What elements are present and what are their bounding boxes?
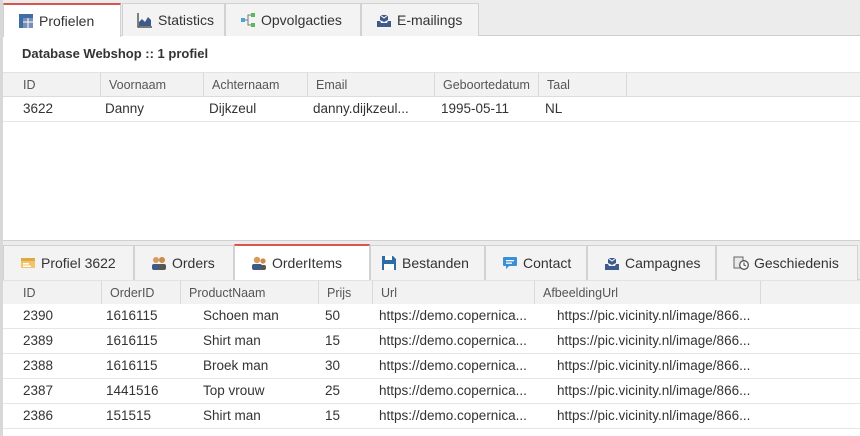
cell-url: https://demo.copernica...	[379, 308, 527, 323]
cell-prijs: 50	[325, 308, 341, 323]
column-header-taal[interactable]: Taal	[539, 73, 627, 97]
tab-orders[interactable]: Orders	[134, 245, 234, 280]
tab-geschiedenis[interactable]: Geschiedenis	[716, 245, 858, 280]
cell-id: 2387	[23, 383, 54, 398]
cell-prijs: 25	[325, 383, 341, 398]
column-header-prijs[interactable]: Prijs	[319, 281, 373, 305]
tab-opvolgacties[interactable]: Opvolgacties	[225, 3, 361, 36]
tab-label: Profielen	[39, 13, 95, 29]
mail-tray-icon	[376, 12, 392, 28]
mail-tray-icon	[604, 255, 620, 271]
page-subtitle: Database Webshop :: 1 profiel	[22, 46, 209, 61]
tab-label: E-mailings	[397, 12, 463, 28]
cell-afbeeldingurl: https://pic.vicinity.nl/image/866...	[557, 408, 751, 423]
tab-bestanden[interactable]: Bestanden	[370, 245, 485, 280]
cell-id: 2389	[23, 333, 54, 348]
cell-orderid: 1616115	[106, 333, 158, 348]
cell-afbeeldingurl: https://pic.vicinity.nl/image/866...	[557, 383, 751, 398]
chat-icon	[502, 255, 518, 271]
table-row[interactable]: 2389 1616115 Shirt man 15 https://demo.c…	[3, 329, 860, 354]
card-icon	[20, 255, 36, 271]
cell-orderid: 1616115	[106, 308, 158, 323]
column-header-email[interactable]: Email	[308, 73, 435, 97]
users-icon	[151, 255, 167, 271]
cell-url: https://demo.copernica...	[379, 383, 527, 398]
table-row[interactable]: 2390 1616115 Schoen man 50 https://demo.…	[3, 304, 860, 329]
cell-afbeeldingurl: https://pic.vicinity.nl/image/866...	[557, 308, 751, 323]
tab-campagnes[interactable]: Campagnes	[587, 245, 716, 280]
column-header-url[interactable]: Url	[373, 281, 535, 305]
column-header-achternaam[interactable]: Achternaam	[204, 73, 308, 97]
table-row[interactable]: 2386 151515 Shirt man 15 https://demo.co…	[3, 404, 860, 429]
detail-tab-bar: Profiel 3622 Orders OrderItems Bestanden…	[3, 240, 860, 280]
area-chart-icon	[137, 12, 153, 28]
column-header-afbeeldingurl[interactable]: AfbeeldingUrl	[535, 281, 761, 305]
cell-url: https://demo.copernica...	[379, 333, 527, 348]
cell-id: 2386	[23, 408, 54, 423]
column-header-geboortedatum[interactable]: Geboortedatum	[435, 73, 539, 97]
cell-id: 3622	[23, 101, 54, 116]
cell-achternaam: Dijkzeul	[209, 101, 257, 116]
save-icon	[381, 255, 397, 271]
orderitems-grid-header: ID OrderID ProductNaam Prijs Url Afbeeld…	[3, 280, 860, 305]
cell-orderid: 1616115	[106, 358, 158, 373]
tab-label: Campagnes	[625, 255, 701, 271]
cell-voornaam: Danny	[105, 101, 145, 116]
column-header-orderid[interactable]: OrderID	[102, 281, 181, 305]
table-row[interactable]: 2387 1441516 Top vrouw 25 https://demo.c…	[3, 379, 860, 404]
grid-icon	[18, 13, 34, 29]
tab-orderitems[interactable]: OrderItems	[234, 244, 370, 280]
table-row[interactable]: 2388 1616115 Broek man 30 https://demo.c…	[3, 354, 860, 379]
cell-email: danny.dijkzeul...	[313, 101, 409, 116]
cell-afbeeldingurl: https://pic.vicinity.nl/image/866...	[557, 358, 751, 373]
table-row[interactable]: 3622 Danny Dijkzeul danny.dijkzeul... 19…	[3, 97, 860, 122]
column-header-voornaam[interactable]: Voornaam	[101, 73, 204, 97]
cell-productnaam: Broek man	[203, 358, 269, 373]
column-header-id[interactable]: ID	[15, 73, 101, 97]
top-tab-bar: Profielen Statistics Opvolgacties E-mail…	[3, 0, 860, 37]
cell-productnaam: Schoen man	[203, 308, 279, 323]
tab-contact[interactable]: Contact	[485, 245, 587, 280]
cell-taal: NL	[545, 101, 563, 116]
tab-label: Statistics	[158, 12, 215, 28]
cell-productnaam: Top vrouw	[203, 383, 265, 398]
tab-profiel[interactable]: Profiel 3622	[3, 245, 134, 280]
cell-productnaam: Shirt man	[203, 408, 261, 423]
cell-afbeeldingurl: https://pic.vicinity.nl/image/866...	[557, 333, 751, 348]
user-icon	[251, 255, 267, 271]
tab-label: Bestanden	[402, 255, 469, 271]
history-icon	[733, 255, 749, 271]
tab-label: Profiel 3622	[41, 255, 116, 271]
cell-url: https://demo.copernica...	[379, 408, 527, 423]
tab-e-mailings[interactable]: E-mailings	[361, 3, 479, 36]
tab-statistics[interactable]: Statistics	[122, 3, 225, 36]
cell-id: 2390	[23, 308, 54, 323]
tab-label: Contact	[523, 255, 572, 271]
tab-label: Geschiedenis	[754, 255, 839, 271]
profiles-grid-header: ID Voornaam Achternaam Email Geboortedat…	[3, 72, 860, 97]
cell-url: https://demo.copernica...	[379, 358, 527, 373]
cell-productnaam: Shirt man	[203, 333, 261, 348]
cell-orderid: 151515	[106, 408, 152, 423]
column-header-id[interactable]: ID	[15, 281, 102, 305]
tab-label: Opvolgacties	[261, 12, 342, 28]
tab-label: OrderItems	[272, 255, 343, 271]
cell-geboortedatum: 1995-05-11	[441, 101, 510, 116]
cell-prijs: 30	[325, 358, 341, 373]
cell-orderid: 1441516	[106, 383, 159, 398]
tab-label: Orders	[172, 255, 215, 271]
cell-prijs: 15	[325, 408, 341, 423]
flow-icon	[240, 12, 256, 28]
column-header-productnaam[interactable]: ProductNaam	[181, 281, 319, 305]
tab-profielen[interactable]: Profielen	[3, 3, 121, 37]
cell-prijs: 15	[325, 333, 341, 348]
cell-id: 2388	[23, 358, 54, 373]
